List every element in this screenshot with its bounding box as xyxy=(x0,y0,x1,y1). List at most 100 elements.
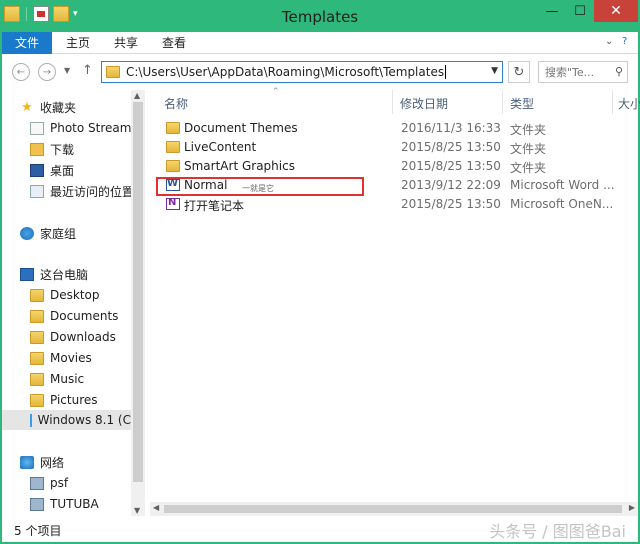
scroll-left-icon[interactable]: ◀ xyxy=(153,503,159,512)
file-row[interactable]: Document Themes 2016/11/3 16:33 文件夹 xyxy=(156,119,638,138)
recent-locations-icon[interactable]: ▼ xyxy=(64,66,70,75)
nav-item-documents[interactable]: Documents xyxy=(30,306,118,326)
file-type: 文件夹 xyxy=(510,123,547,137)
status-bar: 5 个项目 头条号 / 图图爸Bai xyxy=(2,516,638,542)
forward-icon[interactable]: → xyxy=(38,63,56,81)
scroll-up-icon[interactable]: ▲ xyxy=(134,91,140,100)
nav-label: 这台电脑 xyxy=(40,267,89,282)
nav-label: Music xyxy=(50,372,85,386)
search-input[interactable]: 搜索"Te... ⚲ xyxy=(538,61,628,83)
watermark: 头条号 / 图图爸Bai xyxy=(489,522,626,541)
photo-stream-icon xyxy=(30,121,44,135)
scroll-down-icon[interactable]: ▼ xyxy=(134,506,140,515)
expand-ribbon-icon[interactable]: ⌄ xyxy=(605,36,613,47)
file-date: 2016/11/3 16:33 xyxy=(401,121,501,135)
nav-item-movies[interactable]: Movies xyxy=(30,348,92,368)
nav-label: 下载 xyxy=(50,142,75,157)
nav-item-tutuba[interactable]: TUTUBA xyxy=(30,494,99,514)
folder-icon xyxy=(30,330,44,344)
search-icon[interactable]: ⚲ xyxy=(615,65,623,78)
title-bar: ▾ Templates — ☐ ✕ xyxy=(2,0,638,32)
nav-item-psf[interactable]: psf xyxy=(30,473,68,493)
refresh-button[interactable]: ↻ xyxy=(508,61,530,83)
tab-view[interactable]: 查看 xyxy=(156,32,192,54)
nav-label: 最近访问的位置 xyxy=(50,184,135,199)
homegroup-icon xyxy=(20,226,34,240)
column-size[interactable]: 大小 xyxy=(618,95,640,112)
address-row: ← → ▼ ↑ C:\Users\User\AppData\Roaming\Mi… xyxy=(2,55,638,89)
scrollbar-thumb[interactable] xyxy=(133,102,143,482)
folder-icon xyxy=(166,160,180,172)
column-type[interactable]: 类型 xyxy=(510,95,534,112)
nav-item-downloads[interactable]: Downloads xyxy=(30,327,116,347)
folder-icon xyxy=(166,141,180,153)
desktop-icon xyxy=(30,163,44,177)
column-date[interactable]: 修改日期 xyxy=(400,95,448,112)
folder-icon xyxy=(30,288,44,302)
scrollbar-thumb[interactable] xyxy=(164,505,622,513)
up-icon[interactable]: ↑ xyxy=(82,63,93,78)
file-date: 2015/8/25 13:50 xyxy=(401,159,501,173)
search-placeholder: 搜索"Te... xyxy=(545,66,595,79)
text-caret xyxy=(445,65,447,79)
nav-label: 桌面 xyxy=(50,163,75,178)
nav-item-desktop[interactable]: Desktop xyxy=(30,285,100,305)
folder-icon xyxy=(166,122,180,134)
nav-this-pc[interactable]: 这台电脑 xyxy=(20,264,88,284)
nav-network[interactable]: 网络 xyxy=(20,452,64,472)
nav-label: 收藏夹 xyxy=(40,100,77,115)
folder-icon xyxy=(30,309,44,323)
nav-favorites[interactable]: ★ 收藏夹 xyxy=(20,97,76,117)
folder-icon xyxy=(30,372,44,386)
close-button[interactable]: ✕ xyxy=(594,0,638,22)
column-divider[interactable] xyxy=(502,90,503,114)
tab-file[interactable]: 文件 xyxy=(2,32,52,54)
address-path[interactable]: C:\Users\User\AppData\Roaming\Microsoft\… xyxy=(126,65,444,79)
scroll-right-icon[interactable]: ▶ xyxy=(629,503,635,512)
download-folder-icon xyxy=(30,142,44,156)
nav-label: TUTUBA xyxy=(50,497,99,511)
nav-homegroup[interactable]: 家庭组 xyxy=(20,223,76,243)
nav-item-recent[interactable]: 最近访问的位置 xyxy=(30,181,134,201)
minimize-button[interactable]: — xyxy=(538,0,566,22)
tab-share[interactable]: 共享 xyxy=(108,32,144,54)
nav-label: Documents xyxy=(50,309,119,323)
file-type: Microsoft OneN... xyxy=(510,197,614,211)
column-name[interactable]: 名称 xyxy=(164,95,188,112)
onenote-icon xyxy=(166,197,180,210)
nav-item-downloads-fav[interactable]: 下载 xyxy=(30,139,74,159)
maximize-button[interactable]: ☐ xyxy=(566,0,594,22)
file-row[interactable]: 打开笔记本 2015/8/25 13:50 Microsoft OneN... xyxy=(156,195,638,214)
nav-item-windows-drive[interactable]: Windows 8.1 (C xyxy=(2,410,131,430)
nav-label: Desktop xyxy=(50,288,100,302)
file-date: 2015/8/25 13:50 xyxy=(401,197,501,211)
file-name: Document Themes xyxy=(184,121,298,135)
recent-places-icon xyxy=(30,184,44,198)
nav-item-pictures[interactable]: Pictures xyxy=(30,390,98,410)
column-divider[interactable] xyxy=(392,90,393,114)
item-count: 5 个项目 xyxy=(14,524,62,538)
horizontal-scrollbar[interactable]: ◀ ▶ xyxy=(150,502,638,516)
file-type: 文件夹 xyxy=(510,142,547,156)
nav-item-music[interactable]: Music xyxy=(30,369,84,389)
nav-item-photo-stream[interactable]: Photo Stream (I xyxy=(30,118,144,138)
nav-item-desktop-fav[interactable]: 桌面 xyxy=(30,160,74,180)
network-icon xyxy=(20,455,34,469)
sort-ascending-icon: ⌃ xyxy=(272,87,280,97)
nav-label: Downloads xyxy=(50,330,116,344)
nav-scrollbar[interactable]: ▲ ▼ xyxy=(131,90,145,516)
column-divider[interactable] xyxy=(612,90,613,114)
computer-icon xyxy=(20,267,34,281)
file-row[interactable]: SmartArt Graphics 2015/8/25 13:50 文件夹 xyxy=(156,157,638,176)
file-type: Microsoft Word ... xyxy=(510,178,615,192)
star-icon: ★ xyxy=(21,99,33,115)
file-row[interactable]: LiveContent 2015/8/25 13:50 文件夹 xyxy=(156,138,638,157)
address-bar[interactable]: C:\Users\User\AppData\Roaming\Microsoft\… xyxy=(101,61,503,83)
tab-home[interactable]: 主页 xyxy=(60,32,96,54)
address-dropdown-icon[interactable]: ▼ xyxy=(491,66,498,76)
nav-label: 家庭组 xyxy=(40,226,77,241)
back-icon[interactable]: ← xyxy=(12,63,30,81)
help-icon[interactable]: ? xyxy=(622,36,627,47)
column-header-row: ⌃ 名称 修改日期 类型 大小 xyxy=(150,87,640,114)
nav-label: Pictures xyxy=(50,393,98,407)
